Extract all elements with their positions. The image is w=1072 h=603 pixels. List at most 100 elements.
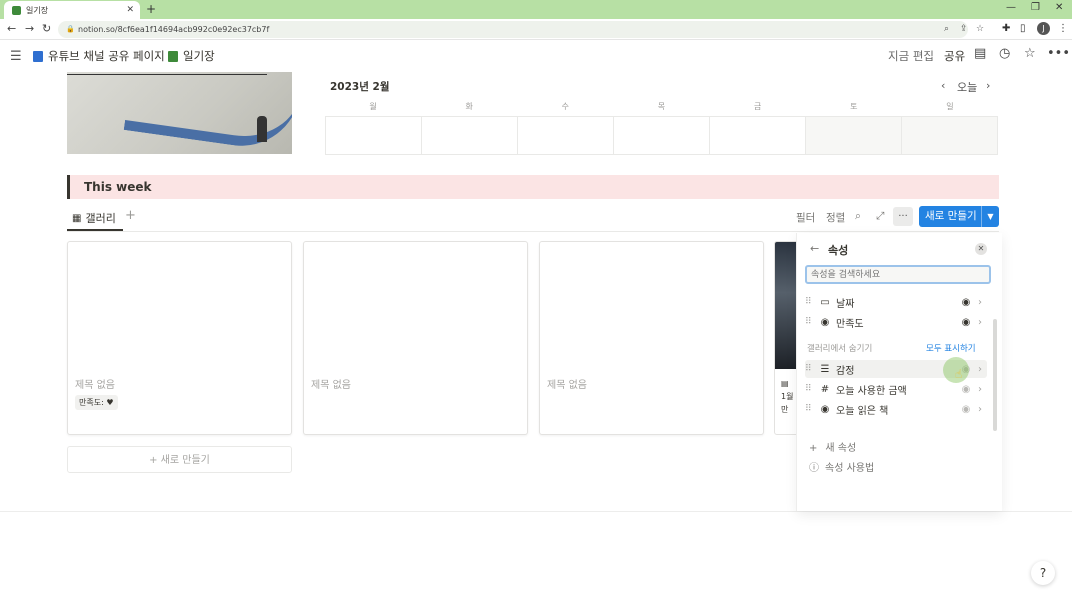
- browser-tab-bar: 일기장 ✕ + — ❐ ✕: [0, 0, 1072, 19]
- new-tab-icon[interactable]: +: [146, 2, 156, 16]
- calendar-day-cell[interactable]: [614, 117, 710, 155]
- address-bar-row: ← → ↻ 🔒 notion.so/8cf6ea1f14694acb992c0e…: [0, 19, 1072, 40]
- restore-icon[interactable]: ❐: [1031, 2, 1040, 13]
- gallery-card[interactable]: 제목 없음 만족도: ♥: [67, 241, 292, 435]
- weekday-label: 일: [946, 102, 954, 111]
- drag-handle-icon[interactable]: ⠿: [805, 297, 817, 307]
- gallery-card[interactable]: 제목 없음: [539, 241, 764, 435]
- list-icon: ☰: [820, 363, 830, 375]
- panel-scrollbar[interactable]: [993, 319, 997, 431]
- card-title: 제목 없음: [547, 380, 587, 391]
- calendar-day-cell[interactable]: [422, 117, 518, 155]
- comment-icon[interactable]: ▤: [974, 46, 986, 61]
- chevron-right-icon[interactable]: ›: [973, 384, 987, 395]
- sidebar-icon[interactable]: ▯: [1020, 23, 1026, 34]
- eye-off-icon[interactable]: ◉: [959, 384, 973, 395]
- drag-handle-icon[interactable]: ⠿: [805, 404, 817, 414]
- show-all-button[interactable]: 모두 표시하기: [926, 342, 976, 354]
- extensions-icon[interactable]: ✚: [1002, 23, 1010, 34]
- eye-off-icon[interactable]: ◉: [959, 404, 973, 415]
- property-row-satisfaction[interactable]: ⠿ ◉ 만족도 ◉ ›: [805, 313, 987, 331]
- lock-icon: 🔒: [66, 25, 75, 33]
- number-icon: #: [820, 383, 830, 395]
- search-icon[interactable]: ⌕: [855, 210, 861, 223]
- property-label: 날짜: [836, 298, 855, 310]
- menu-icon[interactable]: ☰: [10, 49, 22, 64]
- help-circle-icon: ⓘ: [809, 463, 819, 474]
- new-entry-button[interactable]: 새로 만들기 ▼: [919, 206, 999, 227]
- eye-icon[interactable]: ◉: [959, 297, 973, 308]
- back-arrow-icon[interactable]: ←: [810, 242, 819, 255]
- close-icon[interactable]: ✕: [975, 243, 987, 255]
- property-row-spent[interactable]: ⠿ # 오늘 사용한 금액 ◉ ›: [805, 380, 987, 398]
- calendar-icon: ▭: [820, 296, 830, 308]
- bookmark-star-icon[interactable]: ☆: [976, 21, 984, 38]
- filter-button[interactable]: 필터: [796, 210, 815, 225]
- close-window-icon[interactable]: ✕: [1055, 2, 1063, 13]
- favorite-star-icon[interactable]: ☆: [1024, 46, 1036, 61]
- chevron-right-icon[interactable]: ›: [973, 364, 987, 375]
- gallery-view-tab[interactable]: ▦ 갤러리: [72, 210, 116, 226]
- gallery-card[interactable]: 제목 없음: [303, 241, 528, 435]
- today-button[interactable]: 오늘: [957, 79, 977, 95]
- eye-icon[interactable]: ◉: [959, 317, 973, 328]
- help-button[interactable]: ?: [1031, 561, 1055, 585]
- share-button[interactable]: 공유: [944, 48, 965, 64]
- browser-menu-icon[interactable]: ⋮: [1058, 23, 1068, 34]
- calendar-day-cell[interactable]: [326, 117, 422, 155]
- property-help-link[interactable]: ⓘ 속성 사용법: [809, 459, 874, 474]
- sort-button[interactable]: 정렬: [826, 210, 845, 225]
- chevron-right-icon[interactable]: ›: [973, 297, 987, 308]
- browser-tab-title: 일기장: [26, 5, 49, 15]
- reload-icon[interactable]: ↻: [42, 22, 51, 35]
- add-new-card-button[interactable]: + 새로 만들기: [67, 446, 292, 473]
- breadcrumb-current-label: 일기장: [183, 49, 215, 63]
- property-search-input[interactable]: [805, 265, 991, 284]
- next-month-icon[interactable]: ›: [986, 79, 990, 92]
- calendar-month-title: 2023년 2월: [330, 81, 390, 93]
- breadcrumb-parent-label: 유튜브 채널 공유 페이지: [48, 49, 165, 63]
- url-text: notion.so/8cf6ea1f14694acb992c0e92ec37cb…: [78, 25, 270, 34]
- add-view-icon[interactable]: +: [125, 208, 136, 223]
- calendar-day-cell[interactable]: [806, 117, 902, 155]
- browser-tab[interactable]: 일기장 ✕: [4, 1, 140, 19]
- calendar-grid: [325, 116, 998, 155]
- chevron-right-icon[interactable]: ›: [973, 317, 987, 328]
- properties-panel: ← 속성 ✕ ⠿ ▭ 날짜 ◉ › ⠿ ◉ 만족도 ◉ › 갤러리에서 숨기기 …: [797, 233, 1002, 511]
- back-icon[interactable]: ←: [7, 22, 16, 35]
- expand-icon[interactable]: ⤢: [876, 210, 884, 223]
- card-title: 제목 없음: [311, 380, 351, 391]
- drag-handle-icon[interactable]: ⠿: [805, 364, 817, 374]
- new-property-button[interactable]: + 새 속성: [809, 439, 856, 454]
- view-more-button[interactable]: ···: [893, 207, 913, 226]
- forward-icon[interactable]: →: [25, 22, 34, 35]
- property-row-book[interactable]: ⠿ ◉ 오늘 읽은 책 ◉ ›: [805, 400, 987, 418]
- history-icon[interactable]: ◷: [999, 46, 1010, 61]
- weekday-label: 목: [657, 102, 666, 111]
- share-page-icon[interactable]: ⇪: [960, 21, 968, 38]
- drag-handle-icon[interactable]: ⠿: [805, 384, 817, 394]
- zoom-icon[interactable]: ⌕: [944, 21, 949, 38]
- hidden-section-label: 갤러리에서 숨기기: [807, 344, 873, 354]
- close-tab-icon[interactable]: ✕: [126, 5, 134, 15]
- calendar-day-cell[interactable]: [902, 117, 998, 155]
- gallery-view-label: 갤러리: [85, 212, 116, 225]
- chevron-down-icon[interactable]: ▼: [981, 206, 999, 227]
- property-row-date[interactable]: ⠿ ▭ 날짜 ◉ ›: [805, 293, 987, 311]
- chevron-right-icon[interactable]: ›: [973, 404, 987, 415]
- breadcrumb-current[interactable]: 일기장: [168, 48, 215, 64]
- profile-avatar[interactable]: J: [1037, 22, 1050, 35]
- notion-topbar: ☰ 유튜브 채널 공유 페이지 / 일기장 지금 편집 공유 ▤ ◷ ☆ •••: [0, 40, 1072, 72]
- calendar-day-cell[interactable]: [518, 117, 614, 155]
- property-label: 오늘 사용한 금액: [836, 385, 907, 397]
- url-field[interactable]: 🔒 notion.so/8cf6ea1f14694acb992c0e92ec37…: [58, 21, 984, 38]
- cover-image: [67, 72, 292, 154]
- calendar-weekday-header: 월 화 수 목 금 토 일: [325, 101, 998, 112]
- minimize-icon[interactable]: —: [1006, 2, 1016, 13]
- select-icon: ◉: [820, 403, 830, 415]
- prev-month-icon[interactable]: ‹: [941, 79, 945, 92]
- more-options-icon[interactable]: •••: [1047, 46, 1070, 61]
- breadcrumb-parent[interactable]: 유튜브 채널 공유 페이지 /: [33, 48, 174, 64]
- calendar-day-cell[interactable]: [710, 117, 806, 155]
- drag-handle-icon[interactable]: ⠿: [805, 317, 817, 327]
